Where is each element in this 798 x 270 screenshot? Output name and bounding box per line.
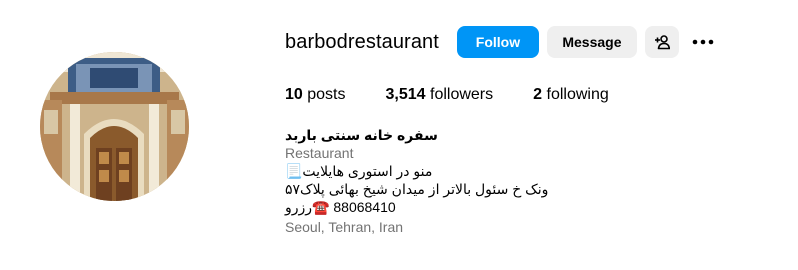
username: barbodrestaurant [285, 30, 439, 53]
bio-line-reservation: 88068410 ☎️رزرو [285, 199, 396, 215]
location-text: Seoul, Tehran, Iran [285, 219, 404, 235]
profile-info: barbodrestaurant Follow Message 10 posts [285, 24, 755, 236]
person-add-icon [654, 35, 670, 50]
profile-header-row: barbodrestaurant Follow Message [285, 24, 755, 60]
posts-stat: 10 posts [285, 86, 346, 104]
category-label: Restaurant [285, 145, 354, 161]
following-stat[interactable]: 2 following [533, 86, 609, 104]
bio-line-menu: منو در استوری هایلایت📃 [285, 163, 433, 179]
bio-line-address: ونک خ سئول بالاتر از میدان شیخ بهائی پلا… [285, 181, 549, 197]
follow-button[interactable]: Follow [456, 26, 539, 58]
posts-count: 10 [285, 86, 303, 103]
suggest-users-button[interactable] [644, 26, 679, 58]
followers-count: 3,514 [385, 86, 426, 103]
profile-stats: 10 posts 3,514 followers 2 following [285, 84, 755, 106]
more-options-button[interactable] [687, 26, 719, 58]
posts-label: posts [307, 86, 346, 103]
following-label: following [546, 86, 609, 103]
restaurant-facade-image [40, 52, 189, 201]
following-count: 2 [533, 86, 543, 103]
followers-label: followers [430, 86, 494, 103]
profile-avatar[interactable] [40, 52, 189, 201]
message-button[interactable]: Message [546, 26, 637, 58]
more-horizontal-icon [692, 39, 714, 45]
profile-bio: سفره خانه سنتی باربد Restaurant منو در ا… [285, 126, 755, 236]
followers-stat[interactable]: 3,514 followers [386, 86, 494, 104]
display-name: سفره خانه سنتی باربد [285, 127, 438, 143]
